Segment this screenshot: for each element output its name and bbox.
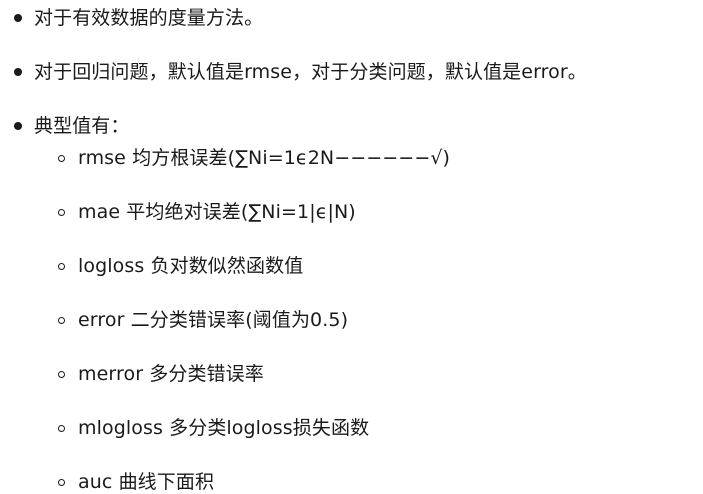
list-item: 典型值有： xyxy=(14,114,130,138)
bullet-circle-icon xyxy=(58,424,65,432)
bullet-circle-icon xyxy=(58,154,65,162)
bullet-circle-icon xyxy=(58,478,65,486)
list-item-text: 典型值有： xyxy=(34,115,130,137)
bullet-circle-icon xyxy=(58,370,65,378)
bullet-circle-icon xyxy=(58,262,65,270)
list-item-text: 对于回归问题，默认值是rmse，对于分类问题，默认值是error。 xyxy=(34,61,587,83)
list-item-text: 对于有效数据的度量方法。 xyxy=(34,7,264,29)
sub-list-item: mlogloss 多分类logloss损失函数 xyxy=(58,416,369,440)
sub-list-item-text: auc 曲线下面积 xyxy=(78,471,215,493)
sub-list-item-text: mae 平均绝对误差(∑Ni=1|ϵ|N) xyxy=(78,201,356,223)
bullet-dot-icon xyxy=(14,68,22,76)
document-body: 对于有效数据的度量方法。 对于回归问题，默认值是rmse，对于分类问题，默认值是… xyxy=(0,0,703,494)
sub-list-item: rmse 均方根误差(∑Ni=1ϵ2N−−−−−−√) xyxy=(58,146,450,170)
bullet-dot-icon xyxy=(14,122,22,130)
bullet-dot-icon xyxy=(14,14,22,22)
bullet-circle-icon xyxy=(58,208,65,216)
sub-list-item-text: mlogloss 多分类logloss损失函数 xyxy=(78,417,370,439)
sub-list-item-text: merror 多分类错误率 xyxy=(78,363,264,385)
sub-list-item: logloss 负对数似然函数值 xyxy=(58,254,303,278)
bullet-circle-icon xyxy=(58,316,65,324)
sub-list-item-text: logloss 负对数似然函数值 xyxy=(78,255,304,277)
sub-list-item: error 二分类错误率(阈值为0.5) xyxy=(58,308,348,332)
list-item: 对于回归问题，默认值是rmse，对于分类问题，默认值是error。 xyxy=(14,60,587,84)
sub-list-item: mae 平均绝对误差(∑Ni=1|ϵ|N) xyxy=(58,200,356,224)
sub-list-item: auc 曲线下面积 xyxy=(58,470,214,494)
sub-list-item-text: error 二分类错误率(阈值为0.5) xyxy=(78,309,349,331)
sub-list-item-text: rmse 均方根误差(∑Ni=1ϵ2N−−−−−−√) xyxy=(78,147,451,169)
sub-list-item: merror 多分类错误率 xyxy=(58,362,264,386)
list-item: 对于有效数据的度量方法。 xyxy=(14,6,263,30)
